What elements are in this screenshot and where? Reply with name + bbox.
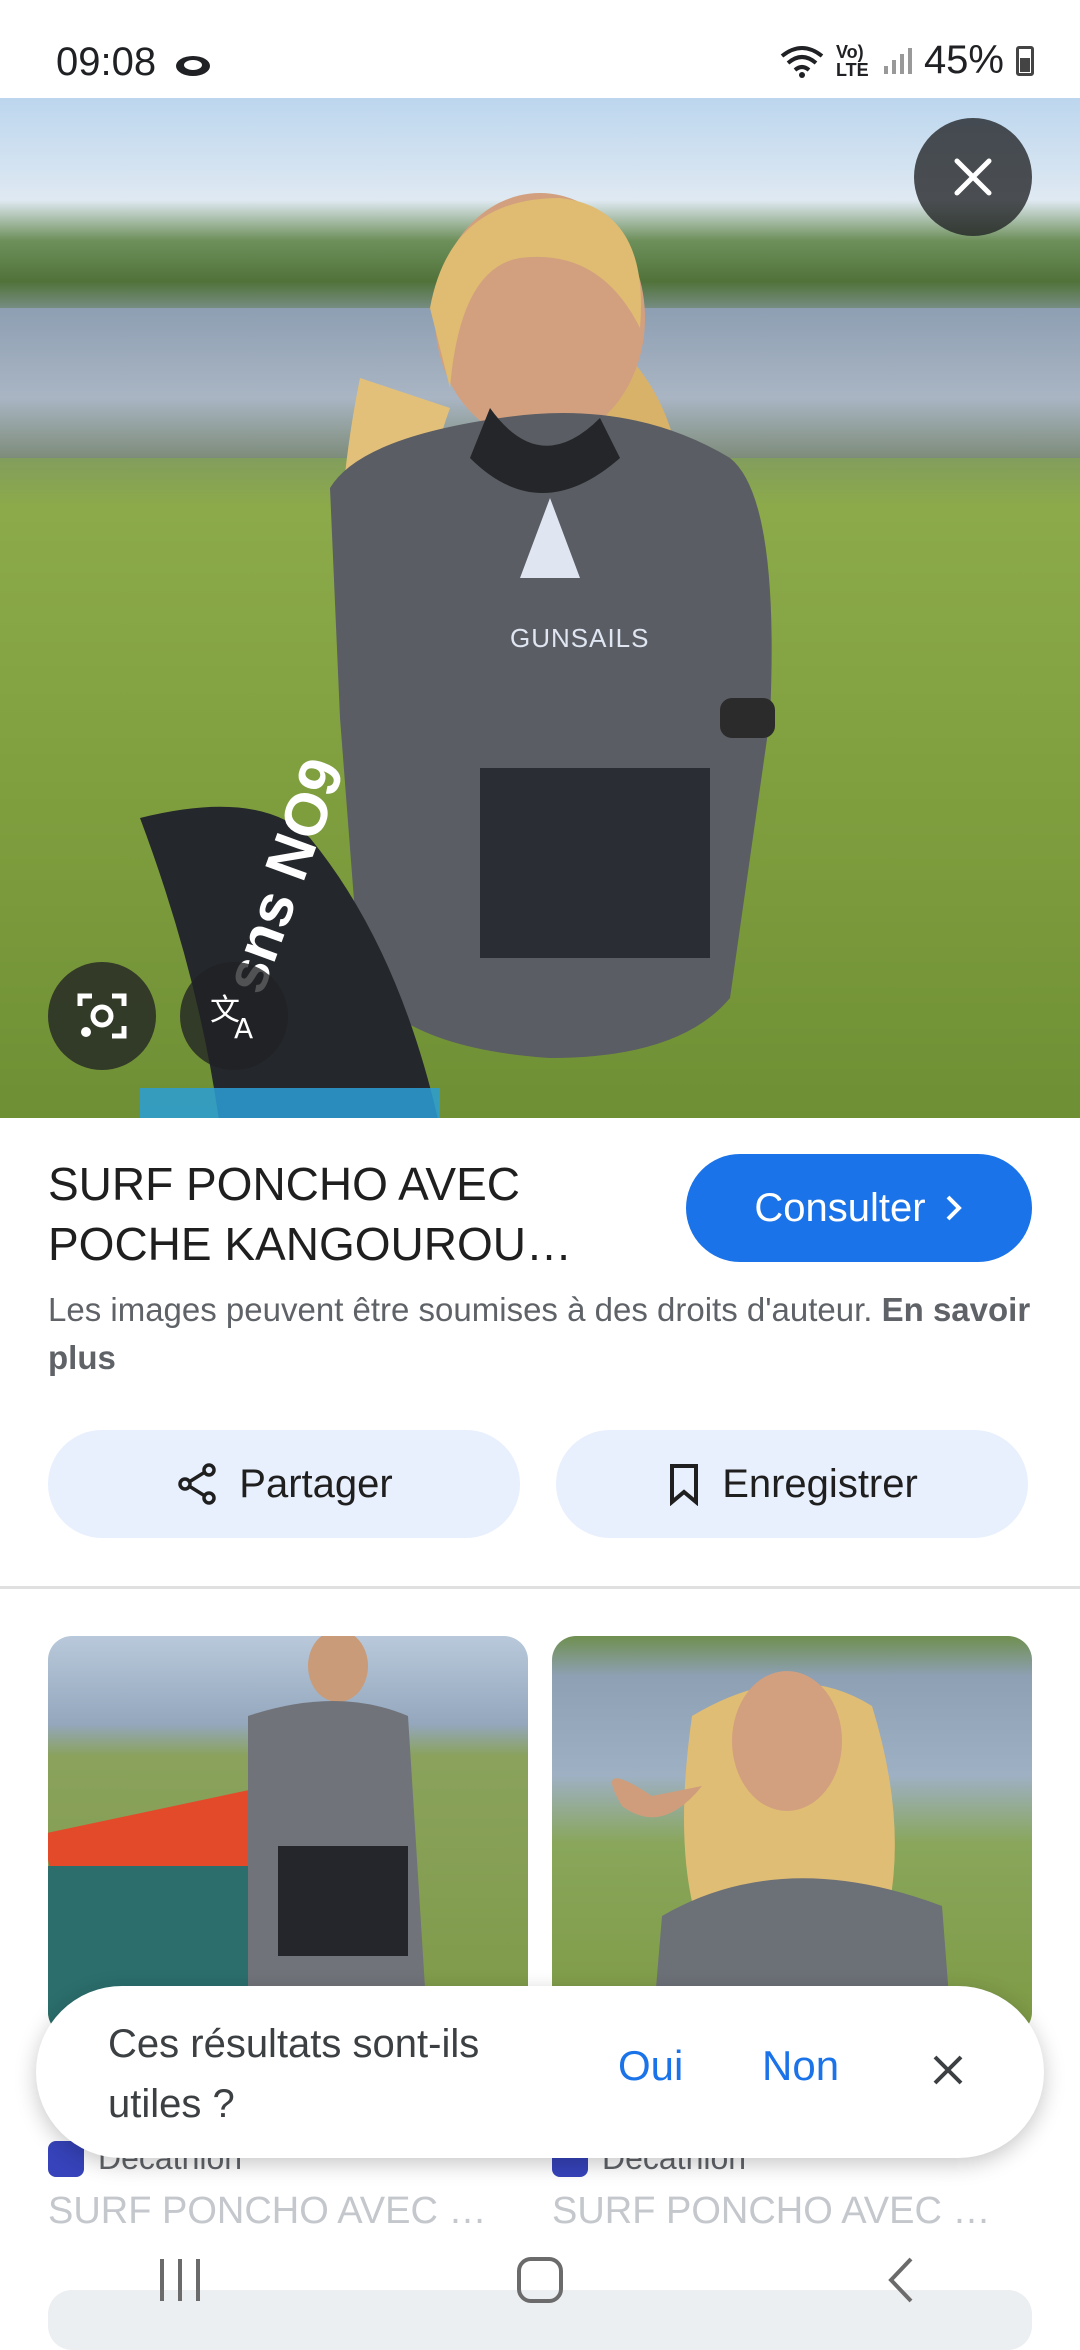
translate-button[interactable]: 文 A xyxy=(180,962,288,1070)
hero-image[interactable]: GUNSAILS sns NO9 文 A xyxy=(0,98,1080,1118)
close-button[interactable] xyxy=(914,118,1032,236)
status-time: 09:08 xyxy=(56,40,213,85)
feedback-question: Ces résultats sont-ils utiles ? xyxy=(108,2022,480,2126)
share-label: Partager xyxy=(239,1461,393,1506)
poncho-logo-text: GUNSAILS xyxy=(510,623,650,653)
wifi-icon xyxy=(780,45,824,78)
bookmark-icon xyxy=(670,1464,699,1506)
home-icon xyxy=(517,2257,563,2303)
related-photo-1 xyxy=(48,1636,428,2036)
chevron-right-icon xyxy=(946,1195,962,1221)
save-label: Enregistrer xyxy=(722,1461,918,1506)
translate-icon: 文 A xyxy=(210,993,253,1044)
close-icon xyxy=(954,158,992,196)
back-icon xyxy=(888,2257,913,2303)
related-image-2[interactable] xyxy=(552,1636,1032,2036)
battery-icon xyxy=(1016,45,1034,76)
system-nav-bar xyxy=(0,2220,1080,2340)
home-button[interactable] xyxy=(480,2240,600,2320)
feedback-yes-button[interactable]: Oui xyxy=(618,2042,683,2090)
consult-label: Consulter xyxy=(754,1185,926,1230)
battery-percent: 45% xyxy=(923,38,1004,82)
status-icons: Vo) LTE 45% xyxy=(780,38,1034,83)
related-image-1[interactable] xyxy=(48,1636,528,2036)
consult-button[interactable]: Consulter xyxy=(686,1154,1032,1262)
signal-icon xyxy=(883,47,912,74)
save-button[interactable]: Enregistrer xyxy=(556,1430,1028,1538)
copyright-notice: Les images peuvent être soumises à des d… xyxy=(48,1291,1031,1376)
cloud-icon xyxy=(176,56,211,77)
related-photo-2 xyxy=(612,1671,952,2036)
share-button[interactable]: Partager xyxy=(48,1430,520,1538)
feedback-close-button[interactable] xyxy=(916,2038,980,2102)
feedback-no-button[interactable]: Non xyxy=(762,2042,839,2090)
recents-icon xyxy=(160,2259,200,2301)
close-icon xyxy=(933,2055,963,2085)
back-button[interactable] xyxy=(840,2240,960,2320)
feedback-card: Ces résultats sont-ils utiles ? Oui Non xyxy=(36,1986,1044,2158)
divider xyxy=(0,1586,1080,1589)
recents-button[interactable] xyxy=(120,2240,240,2320)
share-icon xyxy=(178,1463,217,1505)
lens-search-button[interactable] xyxy=(48,962,156,1070)
camera-lens-icon xyxy=(77,993,127,1039)
network-label: Vo) LTE xyxy=(835,41,869,80)
svg-text:A: A xyxy=(234,1012,253,1044)
status-bar: 09:08 Vo) LTE 45% xyxy=(0,0,1080,98)
product-title[interactable]: SURF PONCHO AVEC POCHE KANGOUROU… xyxy=(48,1154,648,1274)
